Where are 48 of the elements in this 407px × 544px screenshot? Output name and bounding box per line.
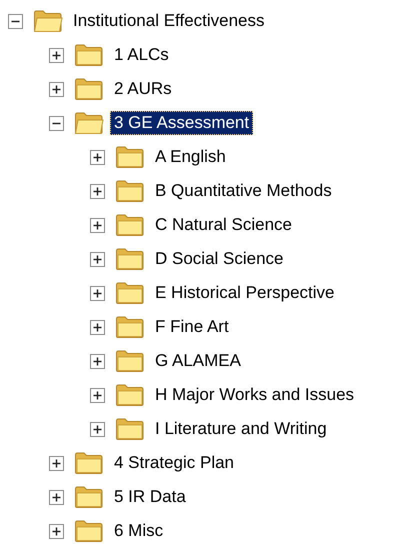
- folder-label[interactable]: 6 Misc: [110, 519, 168, 543]
- folder-icon: [74, 43, 104, 67]
- folder-label[interactable]: Institutional Effectiveness: [69, 9, 269, 33]
- expand-icon[interactable]: [90, 388, 105, 402]
- folder-label[interactable]: E Historical Perspective: [151, 281, 339, 305]
- folder-icon: [115, 349, 145, 373]
- expand-icon[interactable]: [49, 524, 64, 538]
- folder-icon: [115, 417, 145, 441]
- expand-icon[interactable]: [90, 286, 105, 300]
- folder-icon: [115, 315, 145, 339]
- expand-icon[interactable]: [90, 320, 105, 334]
- folder-label[interactable]: D Social Science: [151, 247, 288, 271]
- folder-icon: [74, 111, 104, 135]
- folder-icon: [115, 247, 145, 271]
- folder-icon: [74, 485, 104, 509]
- folder-label[interactable]: 5 IR Data: [110, 485, 190, 509]
- expand-icon[interactable]: [90, 184, 105, 198]
- folder-label[interactable]: H Major Works and Issues: [151, 383, 358, 407]
- collapse-icon[interactable]: [8, 14, 23, 28]
- expand-icon[interactable]: [90, 252, 105, 266]
- folder-icon: [33, 9, 63, 33]
- folder-label[interactable]: 1 ALCs: [110, 43, 173, 67]
- folder-label[interactable]: I Literature and Writing: [151, 417, 331, 441]
- folder-icon: [74, 77, 104, 101]
- expand-icon[interactable]: [49, 490, 64, 504]
- folder-label[interactable]: 3 GE Assessment: [110, 111, 254, 135]
- folder-icon: [115, 179, 145, 203]
- folder-label[interactable]: G ALAMEA: [151, 349, 245, 373]
- expand-icon[interactable]: [49, 456, 64, 470]
- folder-icon: [115, 213, 145, 237]
- folder-icon: [115, 383, 145, 407]
- folder-label[interactable]: A English: [151, 145, 230, 169]
- expand-icon[interactable]: [49, 82, 64, 96]
- expand-icon[interactable]: [90, 150, 105, 164]
- folder-icon: [74, 519, 104, 543]
- expand-icon[interactable]: [90, 354, 105, 368]
- folder-label[interactable]: B Quantitative Methods: [151, 179, 336, 203]
- folder-label[interactable]: 2 AURs: [110, 77, 176, 101]
- folder-label[interactable]: 4 Strategic Plan: [110, 451, 238, 475]
- folder-icon: [115, 145, 145, 169]
- folder-label[interactable]: F Fine Art: [151, 315, 233, 339]
- folder-icon: [115, 281, 145, 305]
- collapse-icon[interactable]: [49, 116, 64, 130]
- expand-icon[interactable]: [90, 422, 105, 436]
- folder-label[interactable]: C Natural Science: [151, 213, 296, 237]
- expand-icon[interactable]: [49, 48, 64, 62]
- folder-icon: [74, 451, 104, 475]
- expand-icon[interactable]: [90, 218, 105, 232]
